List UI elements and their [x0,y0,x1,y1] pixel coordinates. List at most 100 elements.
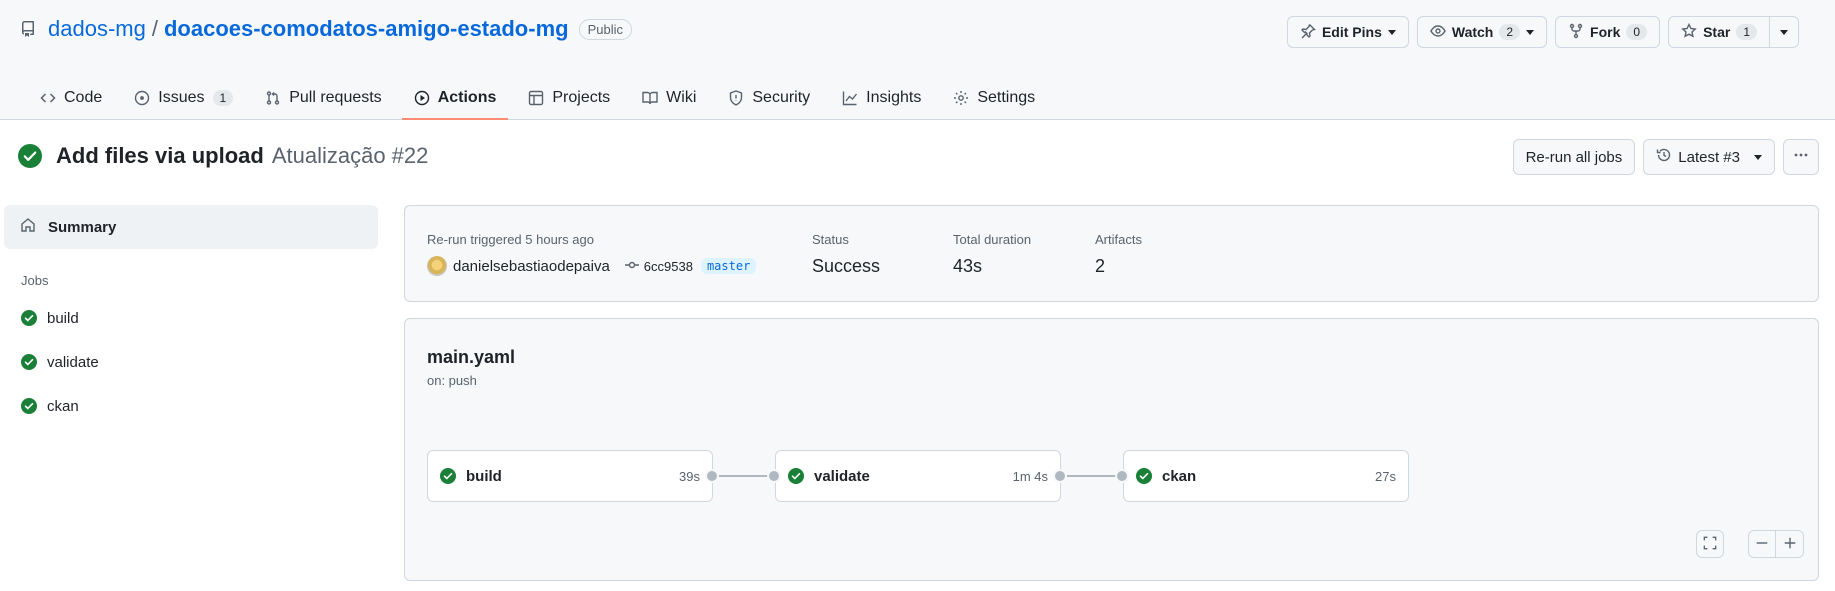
edit-pins-button[interactable]: Edit Pins [1286,16,1409,48]
repo-header: dados-mg / doacoes-comodatos-amigo-estad… [0,0,1835,120]
job-node-build[interactable]: build 39s [427,450,713,502]
repo-title: dados-mg / doacoes-comodatos-amigo-estad… [20,16,632,42]
job-name: build [466,467,502,485]
success-check-icon [21,398,37,414]
sidebar-item-summary[interactable]: Summary [4,205,378,249]
tab-wiki[interactable]: Wiki [630,76,708,120]
jobs-list: build validate ckan [4,296,378,428]
zoom-controls [1696,530,1804,558]
commit-link[interactable]: 6cc9538 [624,257,693,276]
sidebar-job-label: validate [47,353,99,371]
dash-icon [1755,536,1769,553]
tab-label: Insights [866,89,922,106]
fullscreen-button[interactable] [1696,530,1724,558]
success-check-icon [21,310,37,326]
kebab-horizontal-icon [1793,147,1809,167]
fork-label: Fork [1590,24,1621,40]
branch-label[interactable]: master [700,258,757,274]
success-check-icon [1136,468,1152,484]
commit-icon [624,257,640,276]
shield-icon [728,90,744,106]
star-button-group: Star 1 [1668,16,1799,48]
tab-security[interactable]: Security [716,76,822,120]
star-count: 1 [1736,24,1757,40]
run-title-number: Atualização #22 [271,143,429,168]
history-icon [1656,147,1672,167]
tab-pull-requests[interactable]: Pull requests [253,76,394,120]
edit-pins-label: Edit Pins [1321,24,1382,40]
status-column: Status Success [812,232,880,277]
chevron-down-icon [1387,29,1396,35]
zoom-in-button[interactable] [1776,530,1804,558]
job-duration: 39s [679,468,700,484]
job-node-ckan[interactable]: ckan 27s [1123,450,1409,502]
sidebar-job-label: build [47,309,79,327]
sidebar-job-build[interactable]: build [4,296,378,340]
visibility-badge: Public [578,18,632,40]
job-connector [713,475,775,477]
avatar[interactable] [427,256,447,276]
job-node-validate[interactable]: validate 1m 4s [775,450,1061,502]
fork-button[interactable]: Fork 0 [1555,16,1661,48]
tab-label: Settings [977,89,1036,106]
tab-actions[interactable]: Actions [401,76,509,120]
status-value: Success [812,256,881,276]
success-check-icon [21,354,37,370]
run-summary-card: Re-run triggered 5 hours ago danielsebas… [404,205,1819,302]
tab-label: Projects [552,89,611,106]
tab-insights[interactable]: Insights [830,76,933,120]
fork-icon [1568,23,1584,42]
repo-owner-link[interactable]: dados-mg [48,16,146,42]
eye-icon [1430,23,1446,42]
sidebar-item-label: Summary [48,218,117,236]
chevron-down-icon [1754,154,1762,160]
workflow-file-name[interactable]: main.yaml [427,347,515,368]
sidebar-job-ckan[interactable]: ckan [4,384,378,428]
success-check-icon [788,468,804,484]
repo-name-link[interactable]: doacoes-comodatos-amigo-estado-mg [164,16,569,42]
sidebar-job-label: ckan [47,397,79,415]
run-title: Add files via upload Atualização #22 [18,143,428,169]
tab-settings[interactable]: Settings [941,76,1047,120]
artifacts-value[interactable]: 2 [1095,256,1142,277]
duration-value: 43s [953,256,983,276]
play-icon [414,90,430,106]
issues-count: 1 [212,90,234,106]
tab-projects[interactable]: Projects [516,76,622,120]
tab-label: Code [64,89,103,106]
tab-label: Actions [437,89,497,106]
trigger-text: Re-run triggered 5 hours ago [427,232,594,247]
watch-count: 2 [1499,24,1521,40]
tab-code[interactable]: Code [28,76,114,120]
star-list-dropdown[interactable] [1770,16,1799,48]
book-icon [642,90,658,106]
tab-issues[interactable]: Issues 1 [122,76,245,120]
rerun-all-jobs-button[interactable]: Re-run all jobs [1512,139,1636,175]
sidebar-job-validate[interactable]: validate [4,340,378,384]
star-button[interactable]: Star 1 [1668,16,1770,48]
job-connector [1061,475,1123,477]
workflow-trigger: on: push [427,373,477,388]
tab-label: Wiki [666,89,697,106]
trigger-column: Re-run triggered 5 hours ago danielsebas… [427,232,757,276]
zoom-out-button[interactable] [1748,530,1776,558]
job-name: validate [814,467,870,485]
duration-column: Total duration 43s [953,232,1031,277]
watch-button[interactable]: Watch 2 [1416,16,1548,48]
home-icon [20,217,36,237]
actor-link[interactable]: danielsebastiaodepaiva [453,258,610,275]
table-icon [528,90,544,106]
repo-actions: Edit Pins Watch 2 Fork 0 Star 1 [1286,16,1799,48]
zoom-button-group [1748,530,1804,558]
job-duration: 27s [1375,468,1396,484]
plus-icon [1783,536,1797,553]
run-title-main: Add files via upload [56,143,264,168]
more-options-button[interactable] [1783,139,1819,175]
attempt-selector-button[interactable]: Latest #3 [1643,139,1775,175]
graph-icon [842,90,858,106]
tab-label: Issues [158,89,205,106]
actor-row: danielsebastiaodepaiva 6cc9538 master [427,256,757,276]
artifacts-label: Artifacts [1095,232,1142,247]
gear-icon [953,90,969,106]
pull-request-icon [265,90,281,106]
